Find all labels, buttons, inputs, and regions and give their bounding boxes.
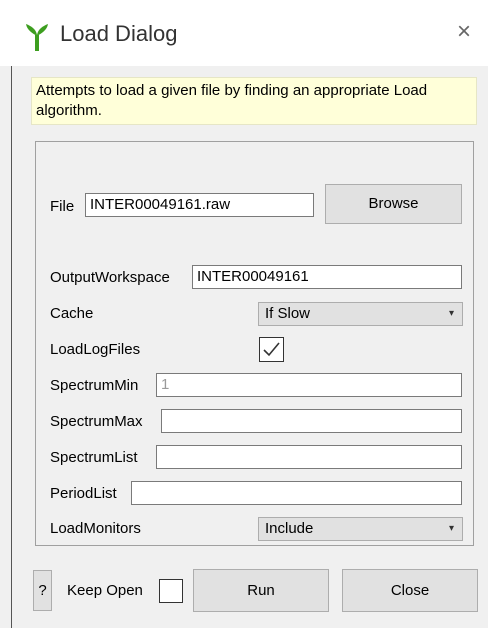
load-dialog-window: Load Dialog × Attempts to load a given f…	[0, 0, 488, 628]
period-list-label: PeriodList	[50, 485, 117, 502]
cache-label: Cache	[50, 305, 94, 322]
spectrum-list-input[interactable]	[156, 445, 462, 469]
mantid-icon	[26, 24, 48, 51]
close-icon[interactable]: ×	[452, 20, 476, 44]
keep-open-label: Keep Open	[67, 582, 143, 599]
run-button[interactable]: Run	[193, 569, 329, 612]
period-list-input[interactable]	[131, 481, 462, 505]
close-button[interactable]: Close	[342, 569, 478, 612]
spectrum-min-input[interactable]: 1	[156, 373, 462, 397]
window-title: Load Dialog	[60, 21, 178, 46]
chevron-down-icon: ▾	[448, 308, 454, 319]
file-input[interactable]: INTER00049161.raw	[85, 193, 314, 217]
keep-open-checkbox[interactable]	[159, 579, 183, 603]
load-log-files-label: LoadLogFiles	[50, 341, 141, 358]
spectrum-max-label: SpectrumMax	[50, 413, 143, 430]
load-log-files-checkbox[interactable]	[259, 337, 284, 362]
browse-button[interactable]: Browse	[325, 184, 462, 224]
file-label: File	[50, 198, 75, 215]
chevron-down-icon: ▾	[448, 523, 454, 534]
output-workspace-input[interactable]: INTER00049161	[192, 265, 462, 289]
title-bar: Load Dialog ×	[0, 0, 488, 66]
algorithm-description: Attempts to load a given file by finding…	[31, 77, 477, 125]
cache-select[interactable]: If Slow ▾	[258, 302, 463, 326]
spectrum-list-label: SpectrumList	[50, 449, 138, 466]
load-monitors-select-value: Include	[265, 520, 314, 537]
help-button[interactable]: ?	[33, 570, 52, 611]
spectrum-max-input[interactable]	[161, 409, 462, 433]
checkmark-icon	[263, 342, 280, 357]
window-border	[11, 66, 12, 628]
load-monitors-select[interactable]: Include ▾	[258, 517, 463, 541]
cache-select-value: If Slow	[265, 305, 311, 322]
output-workspace-label: OutputWorkspace	[50, 269, 170, 286]
load-monitors-label: LoadMonitors	[50, 520, 141, 537]
spectrum-min-label: SpectrumMin	[50, 377, 139, 394]
